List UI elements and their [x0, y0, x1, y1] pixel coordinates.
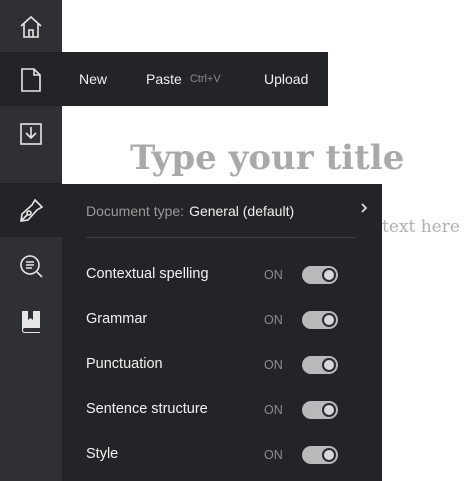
home-icon [20, 15, 42, 38]
download-icon [20, 122, 42, 145]
search-document-icon [20, 254, 43, 278]
document-type-selector[interactable]: Document type: General (default) [86, 184, 372, 238]
option-row-style: Style ON [86, 434, 376, 479]
sidebar-item-review[interactable] [0, 240, 62, 293]
paste-label: Paste [146, 71, 182, 87]
punctuation-toggle[interactable] [302, 356, 338, 374]
option-label: Contextual spelling [86, 266, 209, 282]
option-state: ON [264, 403, 283, 417]
option-row-grammar: Grammar ON [86, 299, 376, 344]
sentence-structure-toggle[interactable] [302, 401, 338, 419]
new-document-icon [21, 67, 41, 92]
option-label: Style [86, 446, 119, 462]
new-label: New [79, 71, 108, 87]
paste-button[interactable]: Paste Ctrl+V [146, 52, 221, 106]
sidebar-item-proofreading[interactable] [0, 184, 62, 237]
option-row-contextual-spelling: Contextual spelling ON [86, 254, 376, 299]
option-state: ON [264, 313, 283, 327]
sidebar-item-new-document[interactable] [0, 53, 62, 106]
sidebar-rail [0, 0, 62, 481]
document-type-label: Document type: [86, 203, 185, 219]
option-row-sentence-structure: Sentence structure ON [86, 389, 376, 434]
style-toggle[interactable] [302, 446, 338, 464]
grammar-toggle[interactable] [302, 311, 338, 329]
proofreading-settings-panel: Document type: General (default) Context… [62, 184, 382, 481]
paste-shortcut: Ctrl+V [189, 73, 221, 85]
chevron-right-icon [361, 203, 368, 213]
body-placeholder[interactable]: text here [382, 217, 460, 237]
sidebar-item-home[interactable] [0, 0, 62, 53]
book-icon [21, 310, 40, 333]
upload-label: Upload [264, 71, 309, 87]
option-row-punctuation: Punctuation ON [86, 344, 376, 389]
upload-button[interactable]: Upload [264, 52, 308, 106]
option-state: ON [264, 448, 283, 462]
option-label: Sentence structure [86, 401, 208, 417]
option-label: Punctuation [86, 356, 163, 372]
sidebar-item-dictionary[interactable] [0, 294, 62, 347]
option-state: ON [264, 358, 283, 372]
contextual-spelling-toggle[interactable] [302, 266, 338, 284]
pen-nib-icon [20, 198, 44, 222]
option-state: ON [264, 268, 283, 282]
title-placeholder[interactable]: Type your title [130, 138, 404, 178]
file-submenu: New Paste Ctrl+V Upload [62, 52, 328, 106]
new-button[interactable]: New [79, 52, 107, 106]
sidebar-item-download[interactable] [0, 107, 62, 160]
divider [86, 237, 357, 238]
document-type-value: General (default) [189, 203, 295, 219]
option-label: Grammar [86, 311, 148, 327]
